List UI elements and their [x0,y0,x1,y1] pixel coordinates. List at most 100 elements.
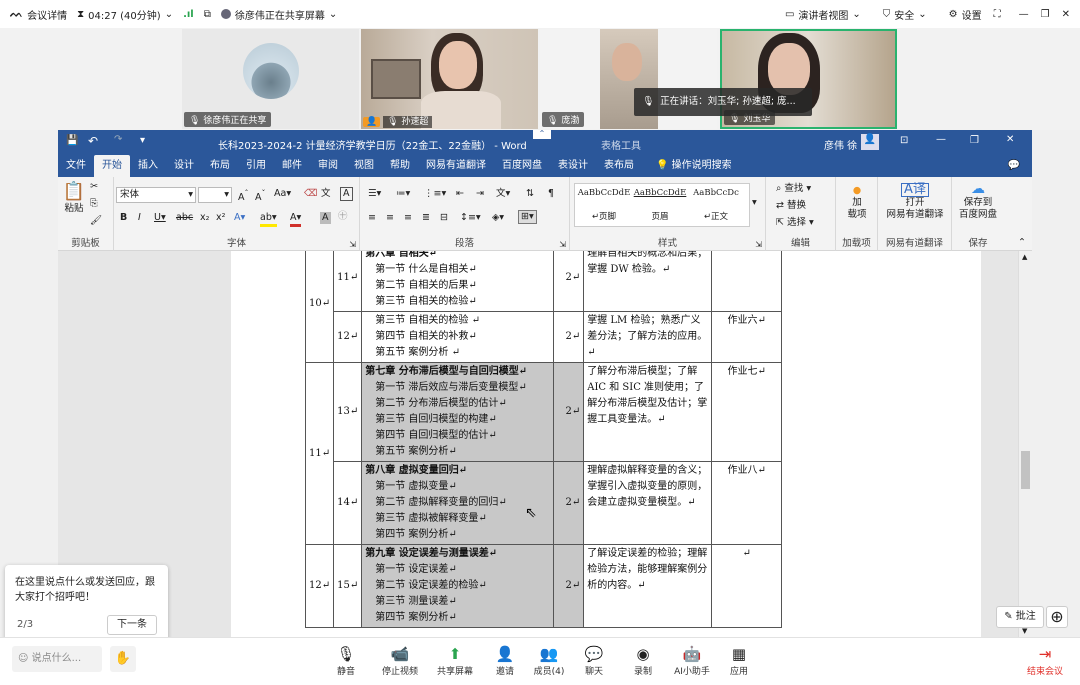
homework-cell[interactable]: 作业七↵ [711,362,783,462]
italic-button[interactable]: I [138,212,141,224]
schedule-table[interactable]: 10↵ 11↵ 第六章 自相关↵ 第一节 什么是自相关↵ 第二节 自相关的后果↵ 第三节 … [304,251,783,628]
user-name[interactable]: 彦伟 徐 [824,137,857,152]
signal-indicator[interactable]: .ıl [183,9,194,20]
scroll-up-icon[interactable]: ▲ [1022,253,1027,261]
share-link-button[interactable]: ⧉ [204,9,211,20]
tab-references[interactable]: 引用 [238,155,274,177]
style-footer[interactable]: AaBbCcDdE ↵页脚 [576,187,632,223]
font-color-icon[interactable]: A▾ [290,212,302,227]
stop-video-button[interactable]: 📹 停止视频 [375,644,425,677]
tab-youdao[interactable]: 网易有道翻译 [418,155,494,177]
meeting-info-button[interactable]: ᨓ 会议详情 [10,7,67,22]
font-size-select[interactable]: ▾ [198,187,232,203]
customize-toolbar-icon[interactable]: ▾ [140,135,145,146]
next-suggestion-button[interactable]: 下一条 [107,615,157,635]
collapse-icon[interactable]: ⌃ [533,130,551,139]
close-icon[interactable]: ✕ [1006,134,1014,145]
ai-assistant-button[interactable]: 🤖 AI小助手 [667,644,717,677]
record-button[interactable]: ◉ 录制 [618,644,668,677]
content-cell[interactable]: 第九章 设定误差与测量误差↵ 第一节 设定误差↵ 第二节 设定误差的检验↵ 第三节 测… [361,544,555,628]
week-cell[interactable]: 12↵ [304,544,335,628]
close-icon[interactable]: ✕ [1062,9,1070,20]
raise-hand-button[interactable]: ✋ [110,646,136,672]
dialog-launcher-icon[interactable]: ⇲ [349,240,356,249]
tab-insert[interactable]: 插入 [130,155,166,177]
bold-button[interactable]: B [120,212,127,224]
goal-cell[interactable]: 掌握 LM 检验；熟悉广义差分法；了解方法的应用。↵ [583,311,713,363]
underline-button[interactable]: U▾ [154,212,166,224]
scroll-down-icon[interactable]: ▼ [1022,627,1027,635]
hours-cell[interactable]: 2↵ [553,544,585,628]
undo-icon[interactable]: ↶ [88,134,98,148]
sharing-status[interactable]: 徐彦伟正在共享屏幕 ⌄ [220,7,337,22]
phonetic-guide-icon[interactable]: 文 [321,188,331,200]
shrink-font-button[interactable]: Aˇ [255,188,265,204]
chat-input[interactable]: ☺ 说点什么... [12,646,102,672]
dialog-launcher-icon[interactable]: ⇲ [559,240,566,249]
document-area[interactable]: 10↵ 11↵ 第六章 自相关↵ 第一节 什么是自相关↵ 第二节 自相关的后果↵ 第三节 … [58,251,1032,637]
security-button[interactable]: ⛉ 安全 ⌄ [883,7,927,22]
grow-font-button[interactable]: Aˆ [238,188,248,204]
open-youdao-button[interactable]: A译 打开 网易有道翻译 [880,183,950,221]
sort-icon[interactable]: ⇅ [526,188,534,200]
multilevel-list-icon[interactable]: ⋮≡▾ [424,188,446,200]
style-header[interactable]: AaBbCcDdE 页眉 [632,187,688,223]
members-button[interactable]: 👥 成员(4) [524,644,574,677]
tab-layout[interactable]: 布局 [202,155,238,177]
content-cell[interactable]: 第七章 分布滞后模型与自回归模型↵ 第一节 滞后效应与滞后变量模型↵ 第二节 分布滞… [361,362,555,462]
addins-button[interactable]: ● 加 载项 [840,185,874,221]
settings-button[interactable]: ⚙ 设置 [949,7,982,22]
hours-cell[interactable]: 2↵ [553,251,585,312]
participant-tile[interactable]: 🎙 徐彦伟正在共享 [182,29,359,129]
goal-cell[interactable]: 了解分布滞后模型；了解 AIC 和 SIC 准则使用；了解分布滞后模型及估计；掌… [583,362,713,462]
borders-icon[interactable]: ⊞▾ [518,210,537,224]
tab-table-design[interactable]: 表设计 [550,155,596,177]
chat-button[interactable]: 💬 聊天 [569,644,619,677]
scroll-thumb[interactable] [1021,451,1030,489]
comment-icon[interactable]: 💬 [1008,160,1020,171]
save-to-baidu-button[interactable]: ☁ 保存到 百度网盘 [954,182,1002,221]
clear-format-icon[interactable]: ⌫ [304,188,317,200]
participant-tile[interactable]: 👤 🎙 孙速超 [361,29,538,129]
format-painter-icon[interactable]: 🖌 [90,215,102,227]
homework-cell[interactable]: 作业八↵ [711,461,783,545]
user-avatar-icon[interactable]: 👤 [861,134,879,150]
enclose-char-icon[interactable]: ㊉ [338,211,348,223]
invite-button[interactable]: 👤 邀请 [480,644,530,677]
collapse-ribbon-icon[interactable]: ⌃ [1018,237,1026,248]
highlight-icon[interactable]: ab▾ [260,212,277,227]
align-center-icon[interactable]: ≡ [386,212,394,224]
cut-icon[interactable]: ✂ [90,181,98,193]
replace-button[interactable]: ⇄ 替换 [776,200,806,212]
content-cell[interactable]: 第八章 虚拟变量回归↵ 第一节 虚拟变量↵ 第二节 虚拟解释变量的回归↵ 第三节 虚拟… [361,461,555,545]
goal-cell[interactable]: 理解虚拟解释变量的含义；掌握引入虚拟变量的原则，会建立虚拟变量模型。↵ [583,461,713,545]
hours-cell[interactable]: 2↵ [553,311,585,363]
comment-button[interactable]: ✎ 批注 [996,606,1044,628]
content-cell[interactable]: 第六章 自相关↵ 第一节 什么是自相关↵ 第二节 自相关的后果↵ 第三节 自相关的检验… [361,251,555,312]
tab-review[interactable]: 审阅 [310,155,346,177]
tab-design[interactable]: 设计 [166,155,202,177]
style-normal[interactable]: AaBbCcDc ↵正文 [688,187,744,223]
homework-cell[interactable]: 作业六↵ [711,311,783,363]
ribbon-display-icon[interactable]: ⊡ [900,135,908,146]
presenter-view-button[interactable]: ▭ 演讲者视图 ⌄ [785,7,861,22]
tab-table-layout[interactable]: 表布局 [596,155,642,177]
mute-button[interactable]: 🎙 静音 [321,644,371,677]
tab-home[interactable]: 开始 [94,155,130,177]
redo-icon[interactable]: ↷ [114,134,122,145]
goal-cell[interactable]: 了解设定误差的检验；理解检验方法，能够理解案例分析的内容。↵ [583,544,713,628]
subscript-button[interactable]: x₂ [200,212,209,224]
save-icon[interactable]: 💾 [66,135,78,146]
change-case-button[interactable]: Aa▾ [274,188,291,200]
tell-me-search[interactable]: 💡 操作说明搜索 [642,155,740,177]
asian-layout-icon[interactable]: 文▾ [496,188,510,200]
bullets-icon[interactable]: ☰▾ [368,188,381,200]
tab-mailings[interactable]: 邮件 [274,155,310,177]
lesson-cell[interactable]: 11↵ [333,251,363,312]
lesson-cell[interactable]: 14↵ [333,461,363,545]
homework-cell[interactable] [711,251,783,312]
minimize-icon[interactable]: — [936,134,946,145]
vertical-scrollbar[interactable]: ▲ ▼ [1018,251,1032,637]
line-spacing-icon[interactable]: ↕≡▾ [460,212,481,224]
week-cell[interactable]: 11↵ [304,362,335,545]
